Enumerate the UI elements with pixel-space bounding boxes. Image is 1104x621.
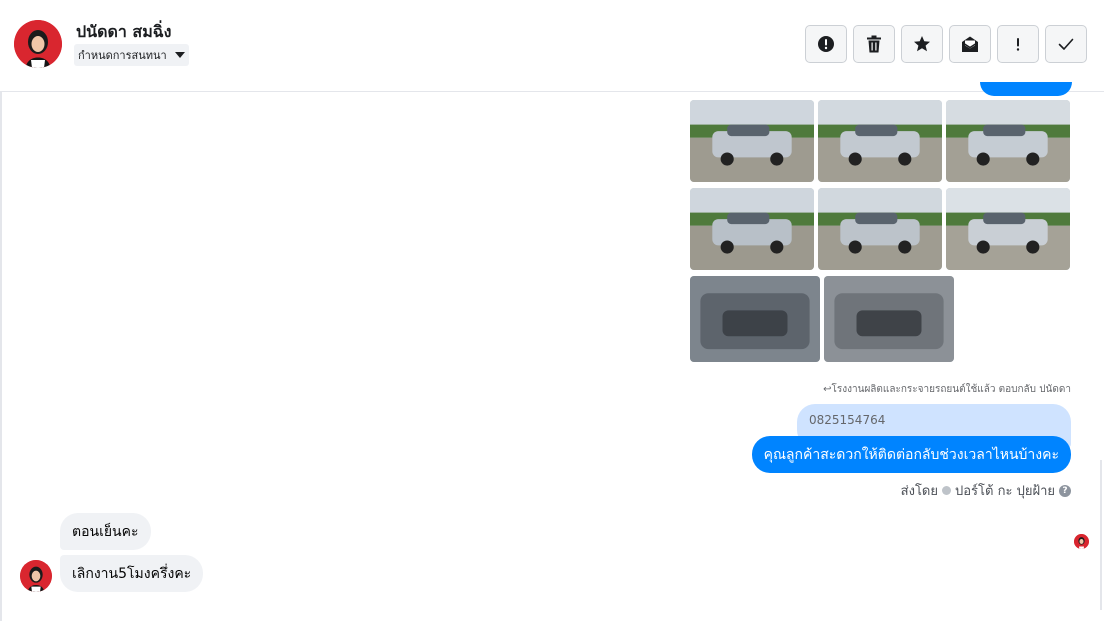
pane-divider-left [0,92,2,621]
outgoing-message-text: คุณลูกค้าสะดวกให้ติดต่อกลับช่วงเวลาไหนบ้… [763,446,1059,463]
header-actions [805,25,1087,63]
sent-by-prefix: ส่งโดย [900,484,938,499]
star-button[interactable] [901,25,943,63]
help-icon[interactable]: ? [1059,484,1071,497]
outgoing-message[interactable]: คุณลูกค้าสะดวกให้ติดต่อกลับช่วงเวลาไหนบ้… [751,436,1071,473]
gallery-photo[interactable] [818,100,942,182]
quoted-text: 0825154764 [809,413,886,427]
trash-icon [867,35,881,53]
sent-by-name[interactable]: ปอร์โต้ กะ ปุยฝ้าย [955,480,1055,501]
gallery-photo[interactable] [946,188,1070,270]
incoming-message[interactable]: ตอนเย็นคะ [60,513,151,550]
mark-unread-button[interactable] [949,25,991,63]
alert-circle-icon [818,36,834,52]
envelope-open-icon [962,36,978,52]
seen-indicator-avatar [1074,534,1089,549]
contact-avatar-small[interactable] [20,560,52,592]
gallery-photo[interactable] [824,276,954,362]
star-icon [914,36,930,52]
check-icon [1058,38,1074,50]
gallery-photo[interactable] [690,188,814,270]
gallery-photo[interactable] [946,100,1070,182]
mark-done-button[interactable] [1045,25,1087,63]
spam-button[interactable] [805,25,847,63]
gallery-photo[interactable] [690,100,814,182]
incoming-message-text: ตอนเย็นคะ [72,523,139,540]
contact-avatar[interactable] [14,20,62,68]
reply-byline: ↩โรงงานผลิตและกระจายรถยนต์ใช้แล้ว ตอบกลั… [823,384,1071,395]
previous-message-bubble [980,82,1072,96]
sent-by-line: ส่งโดย ปอร์โต้ กะ ปุยฝ้าย ? [901,480,1071,501]
incoming-message[interactable]: เลิกงาน5โมงครึ่งคะ [60,555,204,592]
assign-label: กำหนดการสนทนา [78,49,167,62]
verified-badge-icon [942,486,951,495]
gallery-photo[interactable] [818,188,942,270]
chevron-down-icon [174,52,185,58]
incoming-message-text: เลิกงาน5โมงครึ่งคะ [72,565,192,582]
assign-conversation-dropdown[interactable]: กำหนดการสนทนา [74,44,189,66]
priority-button[interactable] [997,25,1039,63]
delete-button[interactable] [853,25,895,63]
contact-name[interactable]: ปนัดดา สมฉิ่ง [76,20,171,45]
scrollbar-track[interactable] [1100,460,1102,610]
exclamation-icon [1016,38,1020,51]
conversation-header: ปนัดดา สมฉิ่ง กำหนดการสนทนา [0,0,1104,92]
gallery-photo[interactable] [690,276,820,362]
